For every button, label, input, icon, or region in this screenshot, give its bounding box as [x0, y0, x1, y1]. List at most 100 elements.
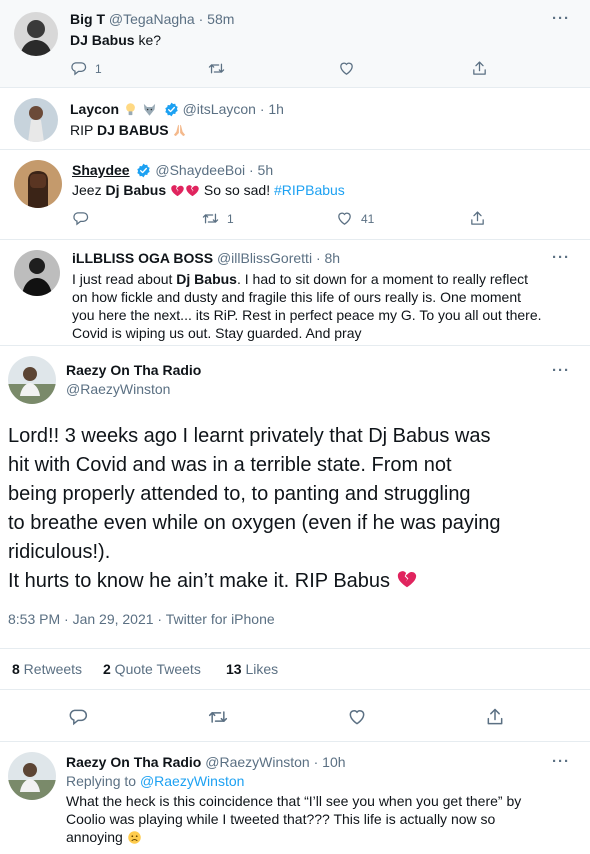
tweet-text: What the heck is this coincidence that “…: [66, 793, 522, 845]
pray-emoji: [172, 123, 187, 138]
like-icon: [336, 210, 353, 227]
tweet-illbliss[interactable]: iLLBLISS OGA BOSS @illBlissGoretti · 8h …: [0, 240, 590, 346]
verified-badge-icon: [136, 163, 151, 178]
quote-tweets-stat[interactable]: 2 Quote Tweets: [103, 661, 201, 677]
broken-heart-emoji: [396, 568, 418, 590]
tweet-laycon[interactable]: Laycon @itsLaycon · 1h RIP DJ BABUS: [0, 88, 590, 150]
timestamp[interactable]: 1h: [268, 101, 284, 117]
tweet-actions: 1 41: [72, 210, 502, 227]
reply-button[interactable]: 1: [70, 60, 208, 77]
tweet-meta[interactable]: 8:53 PM · Jan 29, 2021 · Twitter for iPh…: [8, 611, 275, 627]
user-handle[interactable]: @illBlissGoretti: [217, 250, 312, 266]
separator: ·: [315, 250, 321, 266]
display-name[interactable]: Big T: [70, 11, 105, 27]
like-button[interactable]: [338, 60, 471, 77]
like-count: 41: [361, 211, 375, 226]
retweet-button[interactable]: [208, 707, 228, 727]
avatar[interactable]: [14, 98, 58, 142]
display-name[interactable]: Raezy On Tha Radio: [66, 754, 201, 770]
share-button[interactable]: [485, 707, 505, 727]
retweet-icon: [208, 707, 228, 727]
broken-heart-emoji: [185, 183, 200, 198]
main-tweet-actions: [0, 690, 590, 742]
like-button[interactable]: 41: [336, 210, 469, 227]
mention-bold: DJ BABUS: [96, 122, 169, 138]
tweet-text: I just read about Dj Babus. I had to sit…: [72, 271, 542, 341]
avatar[interactable]: [14, 12, 58, 56]
like-icon: [338, 60, 355, 77]
display-name[interactable]: Raezy On Tha Radio: [66, 361, 201, 380]
avatar[interactable]: [14, 250, 60, 296]
reply-button[interactable]: [68, 707, 88, 727]
timestamp[interactable]: 10h: [322, 754, 345, 770]
broken-heart-emoji: [170, 183, 185, 198]
likes-stat[interactable]: 13 Likes: [226, 661, 278, 677]
more-icon[interactable]: ···: [552, 250, 570, 265]
retweet-count: 1: [227, 211, 234, 226]
tweet-reply[interactable]: Raezy On Tha Radio @RaezyWinston · 10h ·…: [0, 742, 590, 854]
separator: ·: [248, 162, 254, 178]
mention-bold: DJ Babus: [70, 32, 135, 48]
more-icon[interactable]: ···: [552, 11, 570, 26]
tweet-big-t[interactable]: Big T @TegaNagha · 58m ··· DJ Babus ke? …: [0, 0, 590, 88]
tweet-header: Raezy On Tha Radio @RaezyWinston: [66, 361, 201, 399]
user-handle[interactable]: @TegaNagha: [109, 11, 195, 27]
display-name[interactable]: Laycon: [70, 101, 119, 117]
avatar[interactable]: [8, 356, 56, 404]
more-icon[interactable]: ···: [552, 754, 570, 769]
share-icon: [471, 60, 488, 77]
timestamp[interactable]: 5h: [258, 162, 274, 178]
reply-count: 1: [95, 61, 102, 76]
tweet-text: RIP DJ BABUS: [70, 121, 187, 139]
tweet-shaydee[interactable]: Shaydee @ShaydeeBoi · 5h Jeez Dj Babus S…: [0, 150, 590, 240]
reply-icon: [70, 60, 87, 77]
tweet-text: DJ Babus ke?: [70, 32, 162, 48]
mention-bold: Dj Babus: [105, 182, 167, 198]
sad-face-emoji: [127, 830, 142, 845]
hashtag-link[interactable]: #RIPBabus: [274, 182, 345, 198]
timestamp[interactable]: 8h: [325, 250, 341, 266]
retweet-button[interactable]: 1: [202, 210, 336, 227]
user-handle[interactable]: @ShaydeeBoi: [155, 162, 245, 178]
verified-badge-icon: [164, 102, 179, 117]
retweet-button[interactable]: [208, 60, 338, 77]
reply-icon: [68, 707, 88, 727]
user-handle[interactable]: @RaezyWinston: [66, 380, 201, 399]
share-button[interactable]: [471, 60, 496, 77]
share-button[interactable]: [469, 210, 494, 227]
replying-to: Replying to @RaezyWinston: [66, 773, 245, 789]
retweets-stat[interactable]: 8 Retweets: [12, 661, 82, 677]
tweet-actions: 1: [70, 60, 500, 77]
timestamp[interactable]: 58m: [207, 11, 234, 27]
lightbulb-emoji: [123, 102, 138, 117]
replying-to-link[interactable]: @RaezyWinston: [140, 773, 244, 789]
tweet-stats: 8 Retweets 2 Quote Tweets 13 Likes: [0, 648, 590, 690]
tweet-header: Raezy On Tha Radio @RaezyWinston · 10h: [66, 753, 346, 771]
share-icon: [485, 707, 505, 727]
tweet-header: Big T @TegaNagha · 58m: [70, 10, 234, 28]
separator: ·: [313, 754, 319, 770]
tweet-header: Shaydee @ShaydeeBoi · 5h: [72, 161, 273, 179]
retweet-icon: [202, 210, 219, 227]
user-handle[interactable]: @RaezyWinston: [205, 754, 309, 770]
more-icon[interactable]: ···: [552, 363, 570, 378]
avatar[interactable]: [8, 752, 56, 800]
user-handle[interactable]: @itsLaycon: [183, 101, 256, 117]
mention-bold: Dj Babus: [176, 271, 237, 287]
avatar[interactable]: [14, 160, 62, 208]
tweet-header: Laycon @itsLaycon · 1h: [70, 100, 284, 118]
wolf-emoji: [142, 102, 157, 117]
separator: ·: [259, 101, 265, 117]
reply-icon: [72, 210, 89, 227]
like-icon: [347, 707, 367, 727]
tweet-text: Jeez Dj Babus So so sad! #RIPBabus: [72, 182, 345, 198]
share-icon: [469, 210, 486, 227]
reply-button[interactable]: [72, 210, 202, 227]
main-tweet-text: Lord!! 3 weeks ago I learnt privately th…: [8, 425, 501, 592]
like-button[interactable]: [347, 707, 367, 727]
display-name[interactable]: Shaydee: [72, 162, 130, 178]
retweet-icon: [208, 60, 225, 77]
separator: ·: [198, 11, 204, 27]
tweet-header: iLLBLISS OGA BOSS @illBlissGoretti · 8h: [72, 249, 340, 267]
display-name[interactable]: iLLBLISS OGA BOSS: [72, 250, 213, 266]
